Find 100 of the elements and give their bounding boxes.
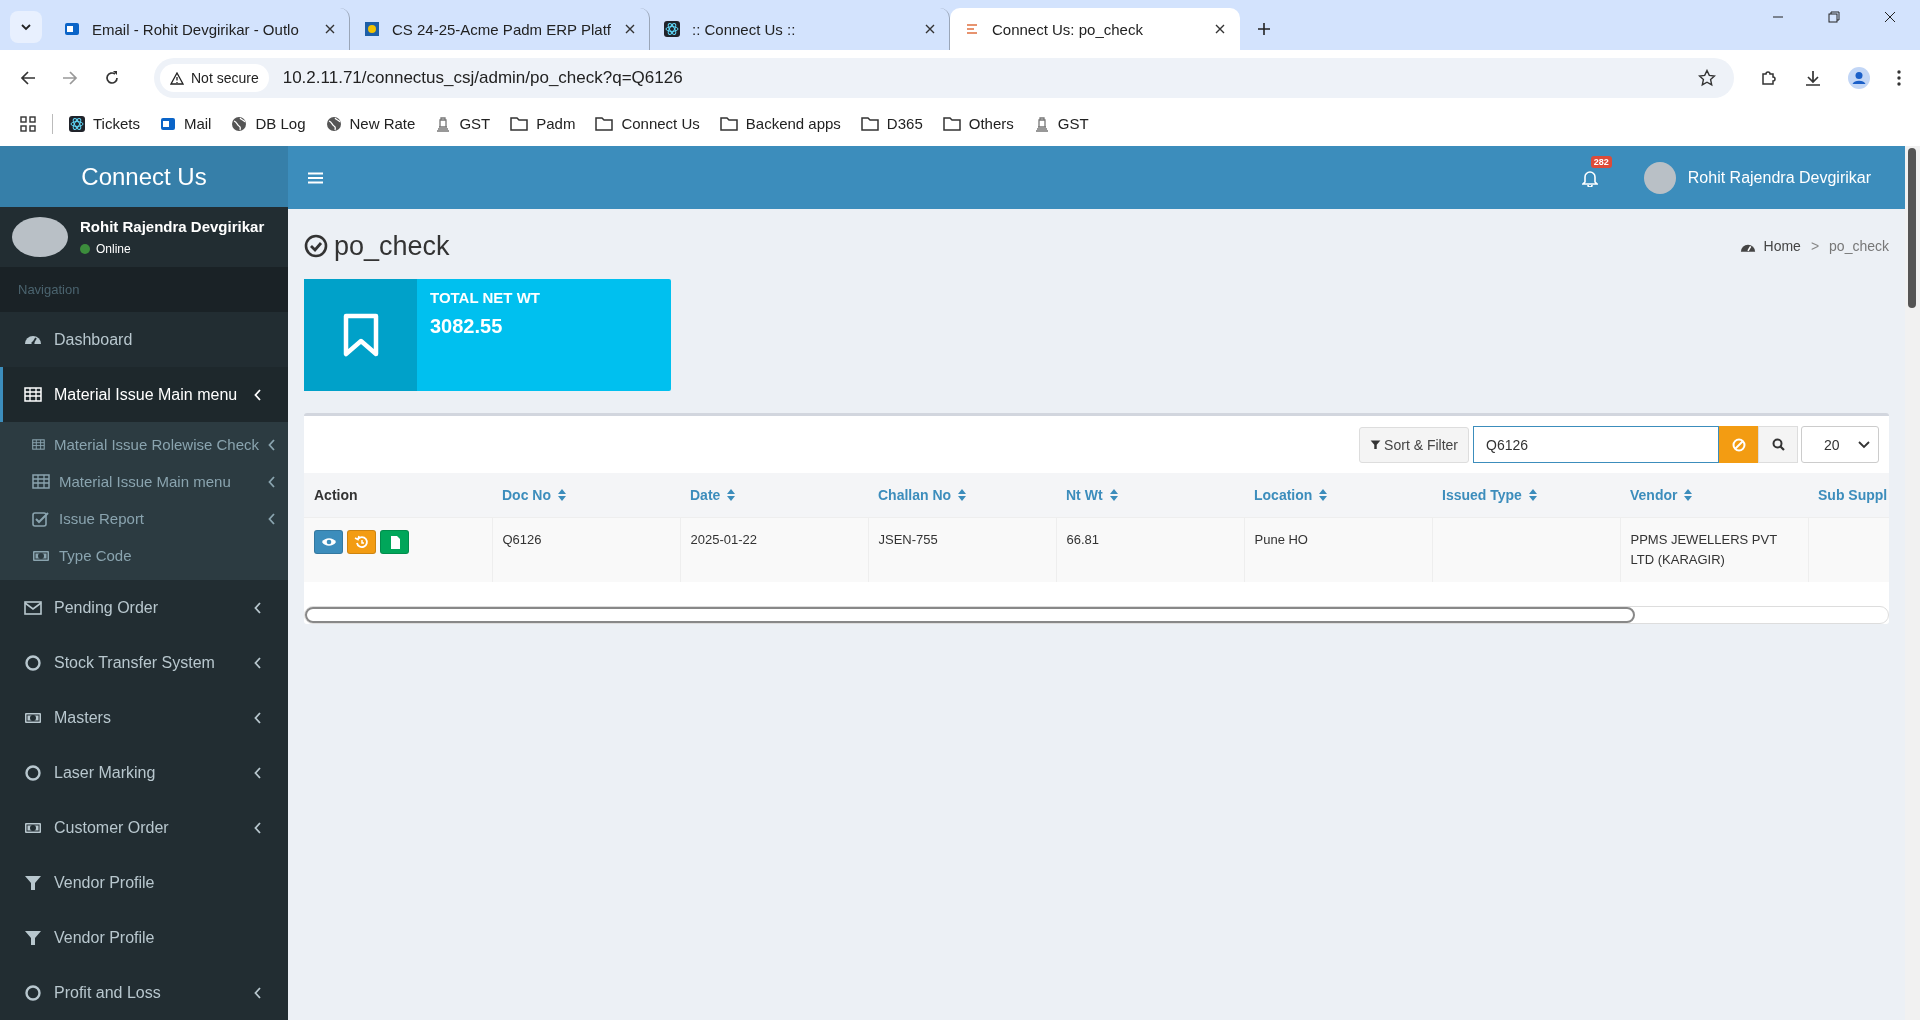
bookmark[interactable]: D365 [860,115,923,132]
bookmark[interactable]: New Rate [325,115,416,132]
circle-icon [24,764,42,781]
submenu-item[interactable]: Material Issue Rolewise Check [0,426,288,463]
menu-icon [308,171,323,184]
page-size-select[interactable]: 20 [1801,426,1879,463]
close-icon[interactable] [1884,11,1896,23]
sidebar-menu-item[interactable]: Pending Order [0,580,288,635]
filter-funnel-icon [1370,439,1382,450]
close-icon[interactable] [925,24,935,34]
folder-icon [860,116,879,131]
table-grid-icon [32,473,50,490]
circle-icon [24,984,42,1001]
warning-icon [170,71,184,85]
download-icon[interactable] [1804,69,1822,87]
tab-favicon-icon [664,21,680,37]
breadcrumb-separator: > [1810,238,1820,254]
sidebar-menu-item[interactable]: Masters [0,690,288,745]
star-icon[interactable] [1698,69,1716,87]
forward-arrow-icon[interactable] [62,70,78,86]
bookmark-icon [342,313,379,357]
table-cell: 66.81 [1056,517,1244,582]
notification-count-badge: 282 [1590,155,1612,168]
sidebar-menu-item[interactable]: Customer Order [0,800,288,855]
reload-icon[interactable] [104,70,120,86]
emblem-icon [435,115,452,132]
sidebar-menu-item[interactable]: Vendor Profile [0,855,288,910]
horizontal-scrollbar[interactable] [304,605,1889,624]
table-grid-icon [32,436,45,453]
bookmark[interactable]: Padm [510,115,576,132]
submenu-item[interactable]: Type Code [0,537,288,574]
bookmark[interactable]: GST [1033,115,1089,132]
submenu-item[interactable]: Issue Report [0,500,288,537]
avatar [1643,161,1676,194]
sidebar-menu-item[interactable]: Material Issue Main menu [0,367,288,422]
close-icon[interactable] [325,24,335,34]
search-field[interactable]: Q6126 [1473,426,1719,463]
close-icon[interactable] [625,24,635,34]
sidebar-menu-item[interactable]: Stock Transfer System [0,635,288,690]
scrollbar-thumb[interactable] [305,606,1635,623]
apps-grid-icon[interactable] [20,115,36,132]
sort-filter-button[interactable]: Sort & Filter [1359,426,1469,463]
brand-name[interactable]: Connect Us [81,162,207,191]
user-menu[interactable]: Rohit Rajendra Devgirikar [1643,161,1871,194]
address-bar[interactable]: Not secure 10.2.11.71/connectus_csj/admin/po_check?q=Q6126 [154,58,1734,98]
bookmark[interactable]: Mail [159,115,212,132]
bookmark[interactable]: Others [942,115,1014,132]
table-cell: Pune HO [1244,517,1432,582]
puzzle-piece-icon[interactable] [1760,69,1778,87]
bookmark[interactable]: DB Log [231,115,306,132]
document-button[interactable] [380,529,409,554]
sidebar-menu-item[interactable]: Vendor Profile [0,910,288,965]
submenu-item[interactable]: Material Issue Main menu [0,463,288,500]
user-status: Online [96,242,131,257]
folder-icon [942,116,961,131]
column-header: Action [304,473,492,517]
folder-icon [595,116,614,131]
circle-icon [24,654,42,671]
globe-icon [325,115,342,132]
info-box-label: TOTAL NET WT [430,289,540,306]
user-name: Rohit Rajendra Devgirikar [80,218,265,236]
more-menu-icon[interactable] [1896,69,1902,87]
page-title: po_check [334,230,450,262]
scrollbar-thumb[interactable] [1908,148,1916,308]
restore-icon[interactable] [1828,11,1840,23]
search-button[interactable] [1758,426,1798,463]
history-icon [353,534,370,549]
profile-icon[interactable] [1848,67,1870,89]
breadcrumb-current: po_check [1829,238,1889,254]
table-cell: PPMS JEWELLERS PVT LTD (KARAGIR) [1620,517,1808,582]
mail-app-icon [159,115,176,132]
browser-tab[interactable]: Connect Us: po_check [950,8,1240,50]
react-logo-icon [69,115,85,132]
table-cell: 2025-01-22 [680,517,868,582]
tab-list-button[interactable] [10,11,42,43]
plus-icon [1257,22,1271,36]
search-icon [1771,438,1785,451]
folder-icon [510,116,529,131]
back-arrow-icon[interactable] [20,70,36,86]
bookmark[interactable]: Connect Us [595,115,700,132]
bookmark[interactable]: Tickets [69,115,140,132]
column-header: Sub Suppl [1808,473,1889,517]
tab-title: Email - Rohit Devgirikar - Outlo [92,20,300,38]
sidebar-menu-item[interactable]: Profit and Loss [0,965,288,1020]
bookmark[interactable]: GST [435,115,491,132]
breadcrumb-link[interactable]: Home [1763,238,1801,254]
vertical-scrollbar[interactable] [1905,146,1920,1020]
sidebar-menu-item[interactable]: Laser Marking [0,745,288,800]
checkbox-check-icon [32,510,50,527]
bookmark[interactable]: Backend apps [719,115,841,132]
status-dot-icon [80,244,90,255]
sidebar-menu-item[interactable]: Dashboard [0,312,288,367]
history-button[interactable] [347,529,376,554]
filter-funnel-icon [24,929,42,946]
view-button[interactable] [314,529,343,554]
security-chip[interactable]: Not secure [160,64,269,92]
tab-title: CS 24-25-Acme Padm ERP Platf [392,20,612,38]
chevron-down-icon [20,21,32,33]
chevron-down-icon [1858,440,1870,449]
close-icon[interactable] [1215,24,1225,34]
